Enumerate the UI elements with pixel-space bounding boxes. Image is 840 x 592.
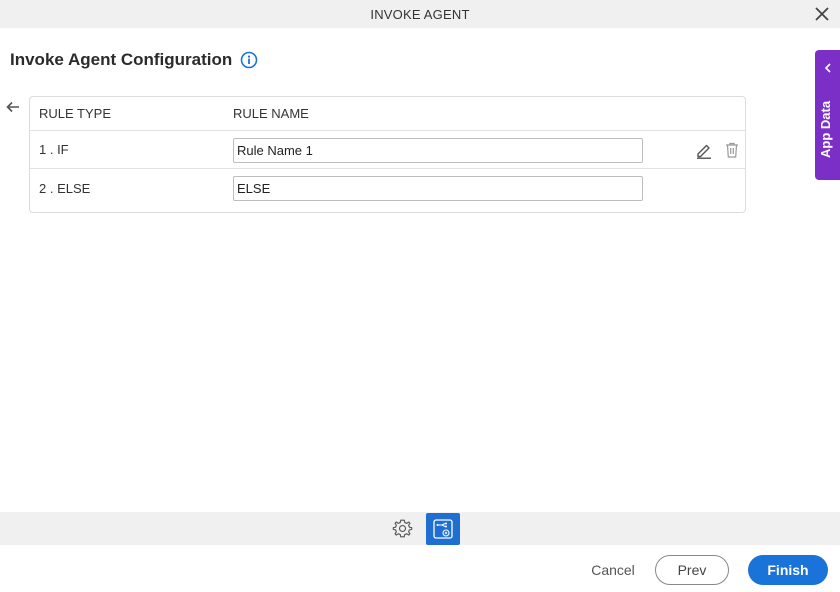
finish-button[interactable]: Finish [748, 555, 828, 585]
bottom-toolbar [0, 512, 840, 545]
cancel-button[interactable]: Cancel [584, 557, 642, 583]
rules-table: RULE TYPE RULE NAME 1 . IF 2 . ELSE [29, 96, 746, 213]
table-header: RULE TYPE RULE NAME [30, 97, 745, 131]
flow-view-button[interactable] [426, 513, 460, 545]
column-header-rule-type: RULE TYPE [39, 106, 112, 121]
edit-icon[interactable] [695, 141, 713, 159]
dialog-titlebar: INVOKE AGENT [0, 0, 840, 28]
app-data-panel-toggle[interactable]: App Data [815, 50, 840, 180]
table-row: 2 . ELSE [30, 170, 745, 208]
page-title: Invoke Agent Configuration [10, 50, 233, 69]
info-icon[interactable] [240, 51, 258, 69]
flow-icon [433, 519, 453, 539]
rule-type-cell: 2 . ELSE [39, 181, 91, 196]
table-row: 1 . IF [30, 131, 745, 169]
rule-type-cell: 1 . IF [39, 142, 69, 157]
gear-icon[interactable] [392, 518, 413, 539]
column-header-rule-name: RULE NAME [233, 106, 309, 121]
back-arrow-icon[interactable] [5, 99, 21, 115]
rule-name-input[interactable] [233, 176, 643, 201]
rule-name-input[interactable] [233, 138, 643, 163]
close-icon[interactable] [814, 6, 830, 22]
dialog-title: INVOKE AGENT [370, 7, 470, 22]
prev-button[interactable]: Prev [655, 555, 729, 585]
chevron-left-icon [824, 63, 831, 73]
app-data-label: App Data [818, 100, 833, 158]
delete-icon[interactable] [724, 141, 740, 159]
